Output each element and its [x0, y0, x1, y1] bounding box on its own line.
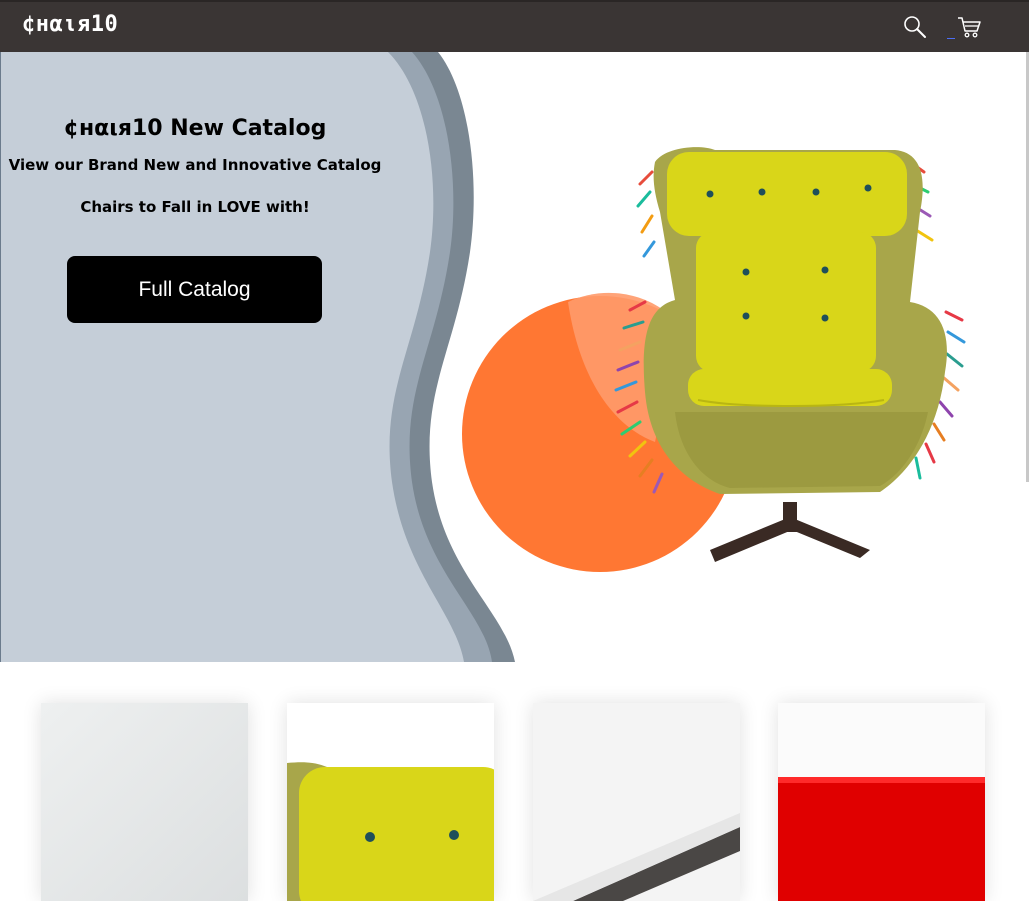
- white-chair-image: [41, 703, 248, 901]
- brand-logo[interactable]: ¢нαιя10: [22, 12, 118, 37]
- full-catalog-button[interactable]: Full Catalog: [67, 256, 322, 323]
- hero-title: ¢нαιя10 New Catalog: [63, 116, 327, 141]
- hero-subtitle: View our Brand New and Innovative Catalo…: [8, 156, 382, 174]
- product-cards-row: [0, 703, 1029, 901]
- cart-icon[interactable]: [956, 14, 982, 40]
- hero-tagline: Chairs to Fall in LOVE with!: [80, 198, 310, 216]
- product-card-2[interactable]: [287, 703, 494, 901]
- hero-chair-image: [462, 147, 966, 572]
- product-card-4[interactable]: [778, 703, 985, 901]
- white-panel-image: [533, 703, 740, 901]
- hero-left-edge: [0, 52, 1, 662]
- product-card-3[interactable]: [533, 703, 740, 901]
- hero-section: ¢нαιя10 New Catalog View our Brand New a…: [0, 52, 1029, 662]
- yellow-cushion-image: [287, 703, 494, 901]
- search-icon[interactable]: [902, 14, 928, 40]
- product-card-1[interactable]: [41, 703, 248, 901]
- top-navbar: ¢нαιя10: [0, 0, 1029, 52]
- cart-link-underline: [947, 38, 955, 39]
- red-chair-image: [778, 703, 985, 901]
